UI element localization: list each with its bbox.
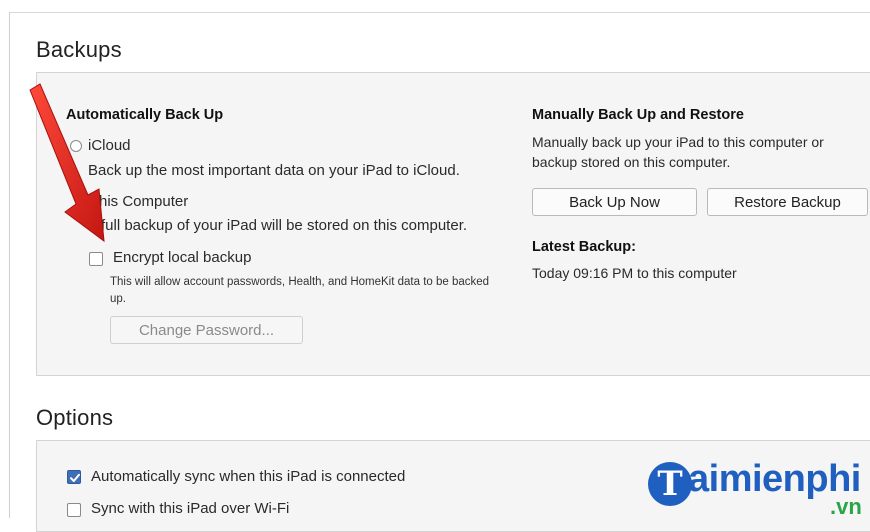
logo-letter-icon: T bbox=[648, 462, 692, 506]
back-up-now-button[interactable]: Back Up Now bbox=[532, 188, 697, 216]
encrypt-backup-label[interactable]: Encrypt local backup bbox=[113, 249, 251, 266]
backups-title: Backups bbox=[36, 37, 122, 62]
options-title: Options bbox=[36, 405, 114, 430]
wifi-sync-checkbox[interactable] bbox=[67, 503, 81, 517]
latest-backup-heading: Latest Backup: bbox=[532, 239, 636, 255]
restore-backup-button[interactable]: Restore Backup bbox=[707, 188, 868, 216]
latest-backup-value: Today 09:16 PM to this computer bbox=[532, 265, 737, 281]
taimienphi-watermark-logo: T aimienphi .vn bbox=[648, 456, 870, 519]
icloud-radio[interactable] bbox=[70, 140, 82, 152]
auto-sync-checkbox[interactable] bbox=[67, 470, 81, 484]
encrypt-backup-description: This will allow account passwords, Healt… bbox=[110, 276, 490, 305]
auto-backup-heading: Automatically Back Up bbox=[66, 107, 224, 123]
this-computer-label[interactable]: his Computer bbox=[99, 193, 188, 210]
window-top-border bbox=[9, 12, 870, 13]
checkmark-icon bbox=[70, 473, 80, 482]
change-password-button[interactable]: Change Password... bbox=[110, 316, 303, 344]
encrypt-backup-checkbox[interactable] bbox=[89, 252, 103, 266]
this-computer-description: full backup of your iPad will be stored … bbox=[101, 217, 468, 234]
icloud-label[interactable]: iCloud bbox=[88, 137, 131, 154]
icloud-description: Back up the most important data on your … bbox=[88, 162, 460, 179]
auto-sync-label[interactable]: Automatically sync when this iPad is con… bbox=[91, 468, 405, 485]
window-left-border bbox=[9, 12, 10, 518]
manual-backup-desc-line2: backup stored on this computer. bbox=[532, 154, 731, 170]
manual-backup-heading: Manually Back Up and Restore bbox=[532, 107, 744, 123]
manual-backup-desc-line1: Manually back up your iPad to this compu… bbox=[532, 134, 824, 150]
logo-tld: .vn bbox=[830, 494, 862, 519]
wifi-sync-label[interactable]: Sync with this iPad over Wi-Fi bbox=[91, 500, 289, 517]
